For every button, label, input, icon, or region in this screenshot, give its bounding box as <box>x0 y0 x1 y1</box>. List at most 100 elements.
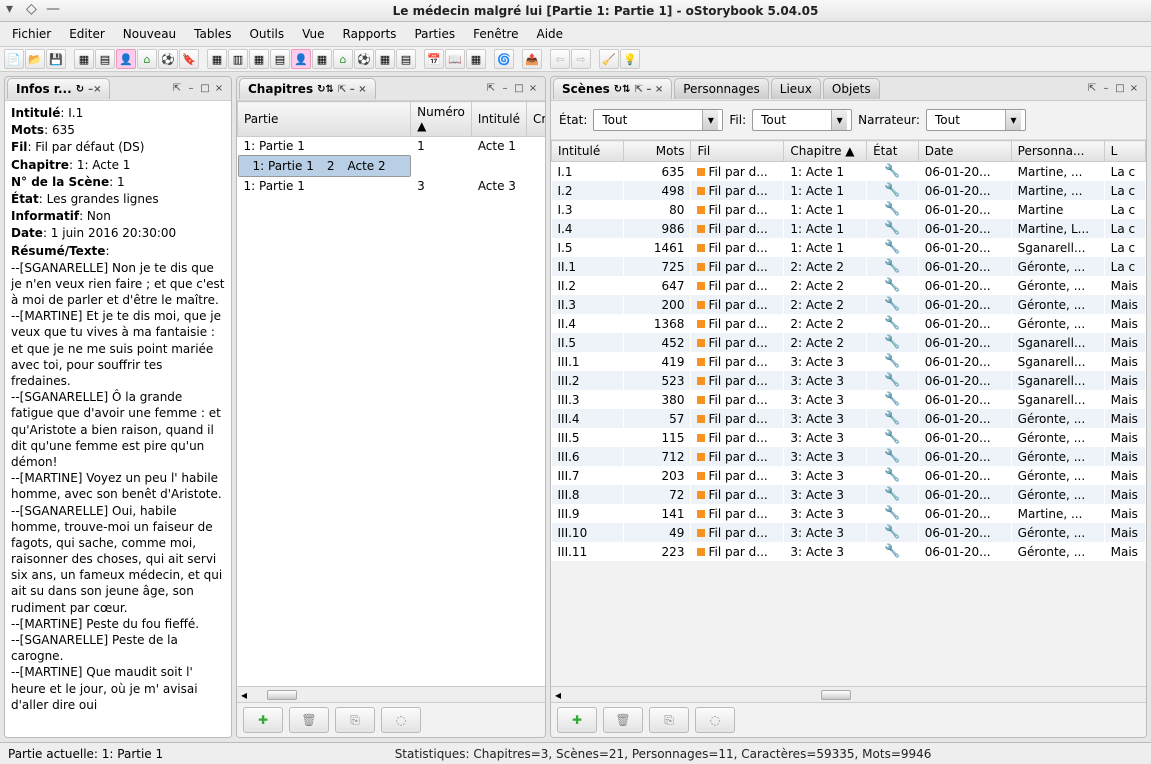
scene-row[interactable]: III.457Fil par d...3: Acte 3🔧06-01-20...… <box>552 409 1146 428</box>
scene-row[interactable]: III.7203Fil par d...3: Acte 3🔧06-01-20..… <box>552 466 1146 485</box>
col-intitule[interactable]: Intitulé <box>471 102 526 137</box>
menu-tables[interactable]: Tables <box>186 24 239 44</box>
wrench-icon[interactable]: 🔧 <box>884 183 900 198</box>
max-icon[interactable]: ◇ <box>26 9 36 12</box>
iconify-icon[interactable]: — <box>46 9 56 12</box>
col-chapitre[interactable]: Chapitre ▲ <box>784 141 867 162</box>
close-icon[interactable]: × <box>1128 83 1140 95</box>
min-icon[interactable]: – <box>185 83 197 95</box>
scene-row[interactable]: I.2498Fil par d...1: Acte 1🔧06-01-20...M… <box>552 181 1146 200</box>
tb-person-icon[interactable]: 👤 <box>116 49 136 69</box>
menu-nouveau[interactable]: Nouveau <box>115 24 184 44</box>
close-icon[interactable]: × <box>213 83 225 95</box>
narr-select[interactable]: Tout▾ <box>926 109 1026 131</box>
col-mots[interactable]: Mots <box>624 141 691 162</box>
scene-row[interactable]: I.51461Fil par d...1: Acte 1🔧06-01-20...… <box>552 238 1146 257</box>
wrench-icon[interactable]: 🔧 <box>884 449 900 464</box>
wrench-icon[interactable]: 🔧 <box>884 278 900 293</box>
scene-row[interactable]: III.3380Fil par d...3: Acte 3🔧06-01-20..… <box>552 390 1146 409</box>
wrench-icon[interactable]: 🔧 <box>884 259 900 274</box>
wrench-icon[interactable]: 🔧 <box>884 544 900 559</box>
tb-eraser-icon[interactable]: 🧹 <box>599 49 619 69</box>
other-scene-button[interactable]: ◌ <box>695 707 735 733</box>
wrench-icon[interactable]: 🔧 <box>884 221 900 236</box>
min-icon[interactable]: – <box>499 83 511 95</box>
tb-forward-icon[interactable]: ⇨ <box>571 49 591 69</box>
wrench-icon[interactable]: 🔧 <box>884 335 900 350</box>
wrench-icon[interactable]: 🔧 <box>884 164 900 179</box>
scenes-table[interactable]: Intitulé Mots Fil Chapitre ▲ État Date P… <box>551 140 1146 561</box>
menu-fenetre[interactable]: Fenêtre <box>465 24 526 44</box>
wrench-icon[interactable]: 🔧 <box>884 430 900 445</box>
copy-scene-button[interactable]: ⎘ <box>649 707 689 733</box>
wrench-icon[interactable]: 🔧 <box>884 316 900 331</box>
menu-outils[interactable]: Outils <box>241 24 292 44</box>
tb-grid6-icon[interactable]: ▦ <box>375 49 395 69</box>
tb-grid2-icon[interactable]: ▥ <box>228 49 248 69</box>
menu-editer[interactable]: Editer <box>61 24 113 44</box>
tb-grid7-icon[interactable]: ▤ <box>396 49 416 69</box>
max-icon[interactable]: □ <box>199 83 211 95</box>
menu-aide[interactable]: Aide <box>528 24 571 44</box>
col-l[interactable]: L <box>1104 141 1145 162</box>
scene-row[interactable]: III.1419Fil par d...3: Acte 3🔧06-01-20..… <box>552 352 1146 371</box>
lieux-tab[interactable]: Lieux <box>771 78 821 99</box>
add-scene-button[interactable]: ✚ <box>557 707 597 733</box>
scenes-tab[interactable]: Scènes↻⇅⇱ – × <box>553 78 672 99</box>
scene-row[interactable]: II.2647Fil par d...2: Acte 2🔧06-01-20...… <box>552 276 1146 295</box>
wrench-icon[interactable]: 🔧 <box>884 240 900 255</box>
wrench-icon[interactable]: 🔧 <box>884 487 900 502</box>
wrench-icon[interactable]: 🔧 <box>884 525 900 540</box>
scene-row[interactable]: I.4986Fil par d...1: Acte 1🔧06-01-20...M… <box>552 219 1146 238</box>
tb-grid4-icon[interactable]: ▤ <box>270 49 290 69</box>
chapter-row[interactable]: 1: Partie 11Acte 1 <box>238 137 546 156</box>
tb-chart-icon[interactable]: ▦ <box>466 49 486 69</box>
tb-object2-icon[interactable]: ⚽ <box>354 49 374 69</box>
min-icon[interactable]: ▾ <box>6 9 16 12</box>
scene-row[interactable]: III.872Fil par d...3: Acte 3🔧06-01-20...… <box>552 485 1146 504</box>
tb-grid3-icon[interactable]: ▦ <box>249 49 269 69</box>
other-chapter-button[interactable]: ◌ <box>381 707 421 733</box>
chapters-hscroll[interactable]: ◂ <box>237 686 545 702</box>
wrench-icon[interactable]: 🔧 <box>884 354 900 369</box>
scene-row[interactable]: II.5452Fil par d...2: Acte 2🔧06-01-20...… <box>552 333 1146 352</box>
col-fil[interactable]: Fil <box>691 141 784 162</box>
tb-save-icon[interactable]: 💾 <box>46 49 66 69</box>
scene-row[interactable]: III.1049Fil par d...3: Acte 3🔧06-01-20..… <box>552 523 1146 542</box>
wrench-icon[interactable]: 🔧 <box>884 411 900 426</box>
scene-row[interactable]: III.11223Fil par d...3: Acte 3🔧06-01-20.… <box>552 542 1146 561</box>
tb-bulb-icon[interactable]: 💡 <box>620 49 640 69</box>
scene-row[interactable]: I.1635Fil par d...1: Acte 1🔧06-01-20...M… <box>552 162 1146 182</box>
scene-row[interactable]: III.9141Fil par d...3: Acte 3🔧06-01-20..… <box>552 504 1146 523</box>
wrench-icon[interactable]: 🔧 <box>884 202 900 217</box>
personnages-tab[interactable]: Personnages <box>674 78 769 99</box>
tb-back-icon[interactable]: ⇦ <box>550 49 570 69</box>
fil-select[interactable]: Tout▾ <box>752 109 852 131</box>
wrench-icon[interactable]: 🔧 <box>884 506 900 521</box>
tb-grid1-icon[interactable]: ▦ <box>207 49 227 69</box>
tb-calendar-icon[interactable]: 📅 <box>424 49 444 69</box>
wrench-icon[interactable]: 🔧 <box>884 468 900 483</box>
menu-vue[interactable]: Vue <box>294 24 332 44</box>
wrench-icon[interactable]: 🔧 <box>884 392 900 407</box>
scene-row[interactable]: I.380Fil par d...1: Acte 1🔧06-01-20...Ma… <box>552 200 1146 219</box>
wrench-icon[interactable]: 🔧 <box>884 297 900 312</box>
tb-book-icon[interactable]: 📖 <box>445 49 465 69</box>
scene-row[interactable]: II.3200Fil par d...2: Acte 2🔧06-01-20...… <box>552 295 1146 314</box>
copy-chapter-button[interactable]: ⎘ <box>335 707 375 733</box>
chapter-row[interactable]: 1: Partie 12Acte 2 <box>238 155 411 177</box>
close-icon[interactable]: × <box>527 83 539 95</box>
tb-location-icon[interactable]: ⌂ <box>137 49 157 69</box>
scenes-hscroll[interactable]: ◂ <box>551 686 1146 702</box>
scene-row[interactable]: III.6712Fil par d...3: Acte 3🔧06-01-20..… <box>552 447 1146 466</box>
tb-object-icon[interactable]: ⚽ <box>158 49 178 69</box>
tb-spiral-icon[interactable]: 🌀 <box>494 49 514 69</box>
objets-tab[interactable]: Objets <box>823 78 880 99</box>
tb-export-icon[interactable]: 📤 <box>522 49 542 69</box>
delete-chapter-button[interactable]: 🗑 <box>289 707 329 733</box>
chapter-row[interactable]: 1: Partie 13Acte 3 <box>238 177 546 195</box>
dock-icon[interactable]: ⇱ <box>171 83 183 95</box>
scene-row[interactable]: II.1725Fil par d...2: Acte 2🔧06-01-20...… <box>552 257 1146 276</box>
tb-location2-icon[interactable]: ⌂ <box>333 49 353 69</box>
wrench-icon[interactable]: 🔧 <box>884 373 900 388</box>
